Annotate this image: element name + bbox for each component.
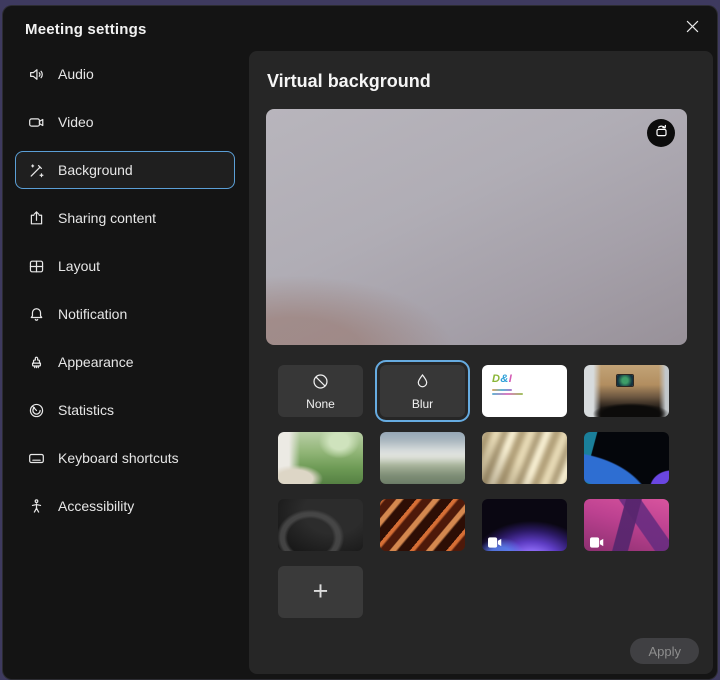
sidebar-item-label: Appearance [58,354,134,370]
mountains-photo [380,432,465,484]
window-light-photo [482,432,567,484]
sidebar-item-keyboard-shortcuts[interactable]: Keyboard shortcuts [15,439,235,477]
bg-thumbnail-pink-curves-video[interactable] [584,499,669,551]
video-camera-icon [488,535,502,546]
background-thumbnail-grid: None Blur D&I [278,365,670,618]
sidebar-item-label: Background [58,162,133,178]
sidebar-item-label: Statistics [58,402,114,418]
camera-icon [28,114,45,131]
panel-heading: Virtual background [267,71,431,92]
add-background-button[interactable]: + [278,566,363,618]
bg-option-label: None [306,398,335,410]
sidebar-item-statistics[interactable]: Statistics [15,391,235,429]
pie-chart-icon [28,402,45,419]
sidebar-item-label: Keyboard shortcuts [58,450,179,466]
bg-thumbnail-mountains[interactable] [380,432,465,484]
layout-grid-icon [28,258,45,275]
sidebar-item-label: Notification [58,306,127,322]
speaker-icon [28,66,45,83]
dei-logo-tagline [492,389,512,391]
dialog-title: Meeting settings [25,21,147,38]
magic-wand-icon [28,162,45,179]
bg-thumbnail-window-light[interactable] [482,432,567,484]
bg-option-none[interactable]: None [278,365,363,417]
sidebar-item-video[interactable]: Video [15,103,235,141]
slash-circle-icon [311,372,330,396]
sidebar-item-accessibility[interactable]: Accessibility [15,487,235,525]
bell-icon [28,306,45,323]
paint-brush-icon [28,354,45,371]
bg-thumbnail-lava[interactable] [380,499,465,551]
sidebar-item-label: Layout [58,258,100,274]
sidebar-item-sharing-content[interactable]: Sharing content [15,199,235,237]
sidebar-item-audio[interactable]: Audio [15,55,235,93]
sidebar-item-appearance[interactable]: Appearance [15,343,235,381]
bg-thumbnail-dark-swirl[interactable] [278,499,363,551]
sidebar-item-label: Audio [58,66,94,82]
sidebar-item-background[interactable]: Background [15,151,235,189]
bg-thumbnail-porch[interactable] [278,432,363,484]
flip-camera-icon [653,122,670,144]
office-wall-screen [617,375,633,386]
bg-thumbnail-dei-logo[interactable]: D&I [482,365,567,417]
accessibility-icon [28,498,45,515]
dei-logo-tagline [492,393,523,395]
bg-thumbnail-office[interactable] [584,365,669,417]
flip-camera-button[interactable] [647,119,675,147]
dei-logo-text: D&I [492,374,567,385]
bg-option-blur[interactable]: Blur [380,365,465,417]
share-icon [28,210,45,227]
sidebar-item-layout[interactable]: Layout [15,247,235,285]
keyboard-icon [28,450,45,467]
video-camera-icon [590,535,604,546]
bg-thumbnail-abstract-blue[interactable] [584,432,669,484]
settings-sidebar: Audio Video Background Sharing content L [15,55,235,535]
bg-thumbnail-purple-glow-video[interactable] [482,499,567,551]
close-button[interactable] [679,16,705,42]
plus-icon: + [313,578,329,605]
virtual-background-panel: Virtual background None Blur [249,51,713,674]
camera-preview [266,109,687,345]
water-drop-icon [413,372,432,396]
close-icon [686,20,699,38]
apply-button[interactable]: Apply [630,638,699,664]
sidebar-item-label: Video [58,114,94,130]
meeting-settings-dialog: Meeting settings Audio Video Background [2,5,718,680]
sidebar-item-label: Accessibility [58,498,134,514]
bg-option-label: Blur [412,398,433,410]
sidebar-item-notification[interactable]: Notification [15,295,235,333]
sidebar-item-label: Sharing content [58,210,156,226]
